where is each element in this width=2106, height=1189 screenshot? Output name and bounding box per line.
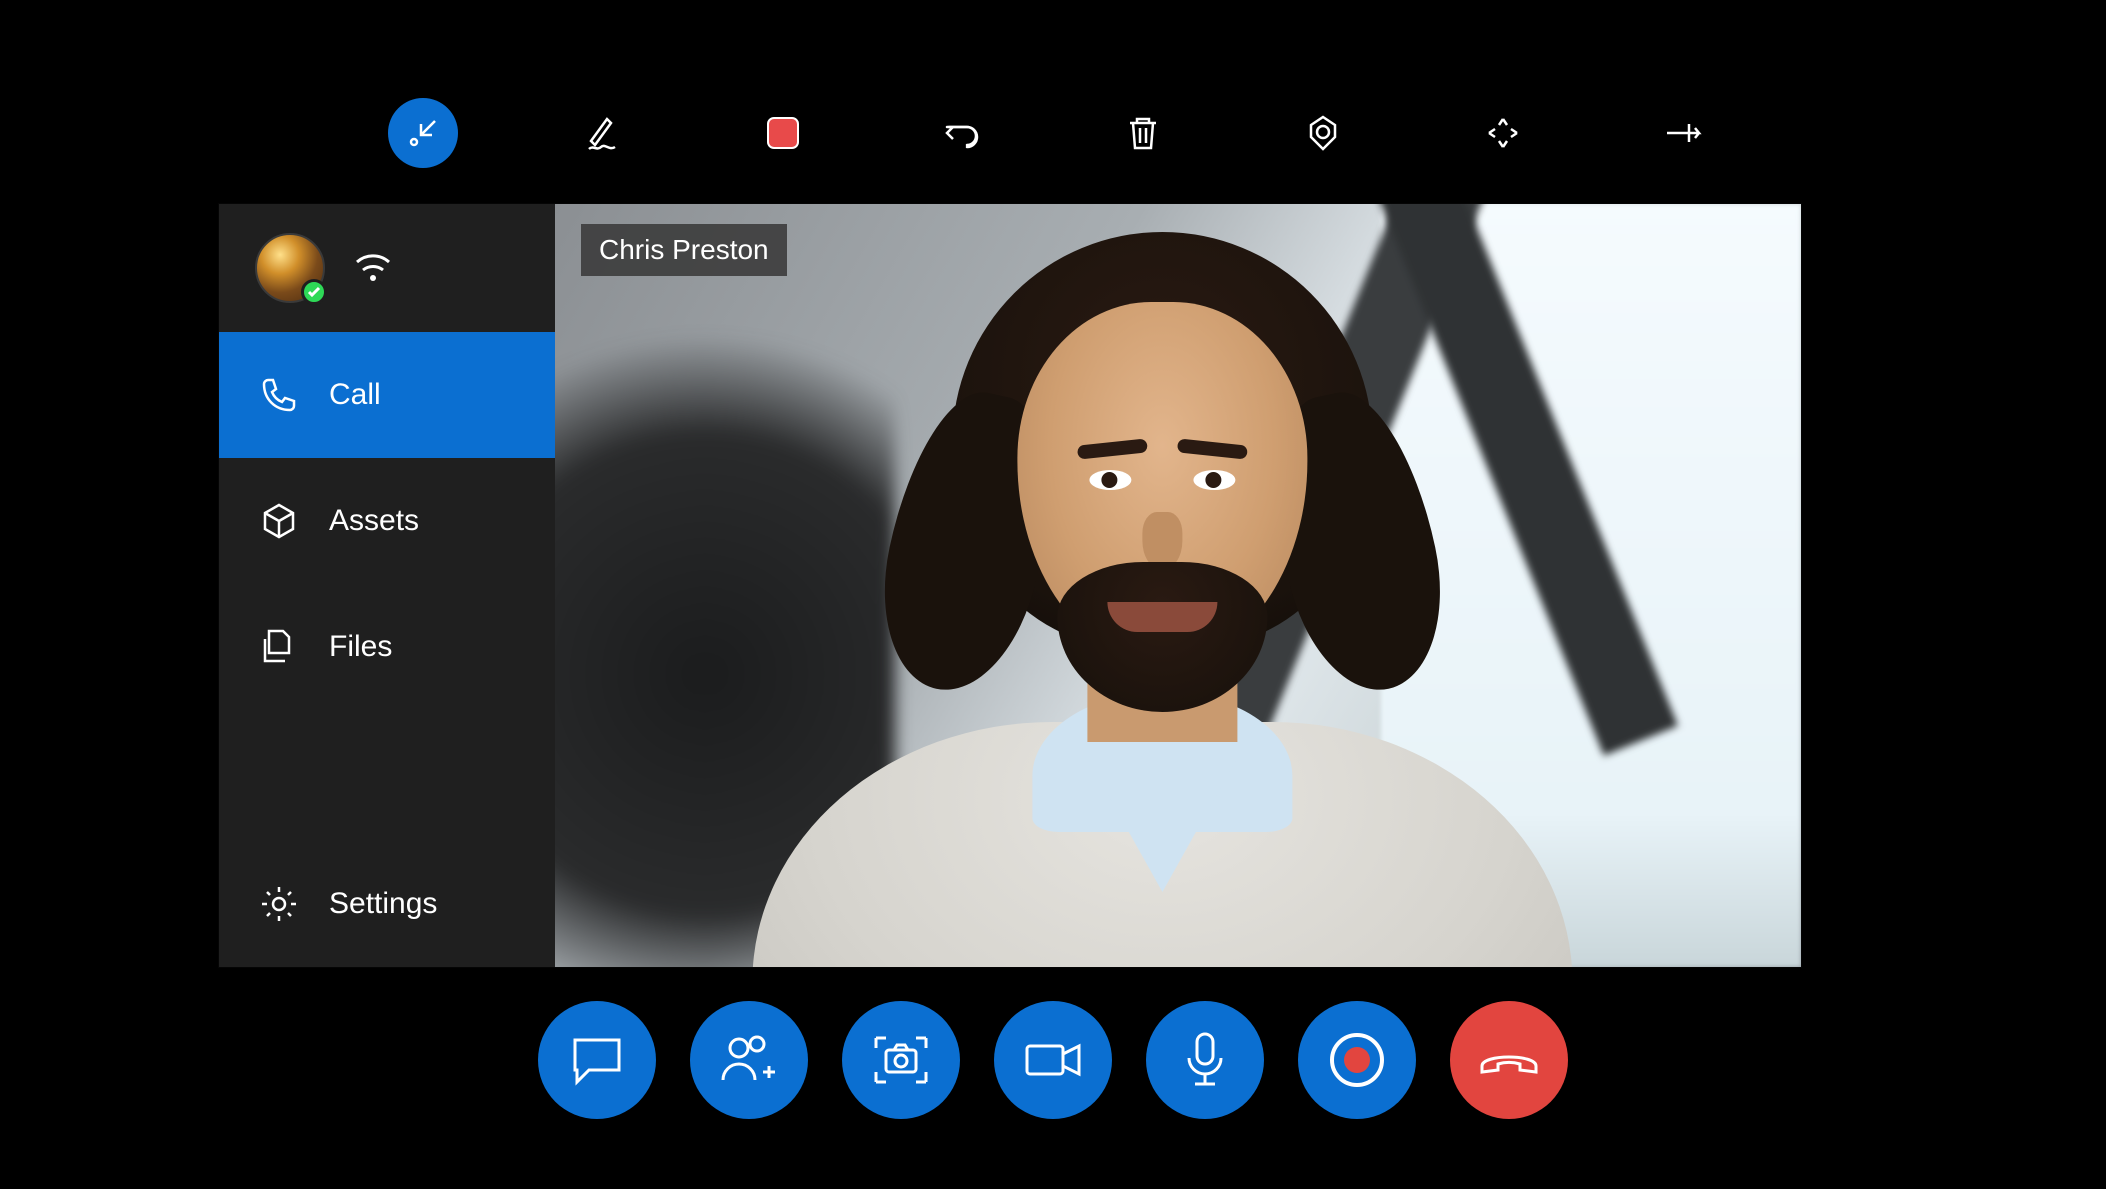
delete-button[interactable] — [1108, 98, 1178, 168]
nav-label: Call — [329, 378, 381, 412]
add-person-icon — [719, 1032, 779, 1088]
gear-icon — [259, 884, 299, 924]
caller-name-tag: Chris Preston — [581, 224, 787, 276]
expand-icon — [1485, 115, 1521, 151]
stop-recording-icon — [767, 117, 799, 149]
nav-label: Settings — [329, 887, 437, 921]
ink-button[interactable] — [568, 98, 638, 168]
package-icon — [259, 501, 299, 541]
phone-icon — [259, 375, 299, 415]
undo-icon — [943, 113, 983, 153]
undo-button[interactable] — [928, 98, 998, 168]
annotation-toolbar — [0, 98, 2106, 168]
trash-icon — [1124, 114, 1162, 152]
collapse-button[interactable] — [388, 98, 458, 168]
record-icon — [1330, 1033, 1384, 1087]
app-stage: Call Assets Files — [0, 0, 2106, 1189]
collapse-icon — [405, 115, 441, 151]
remote-person — [772, 212, 1552, 967]
video-button[interactable] — [994, 1001, 1112, 1119]
pin-button[interactable] — [1648, 98, 1718, 168]
hangup-icon — [1476, 1040, 1542, 1080]
signal-icon — [353, 248, 393, 289]
add-participant-button[interactable] — [690, 1001, 808, 1119]
presence-badge — [301, 279, 327, 305]
pin-icon — [1663, 118, 1703, 148]
nav-item-call[interactable]: Call — [219, 332, 555, 458]
stop-recording-button[interactable] — [748, 98, 818, 168]
files-icon — [259, 627, 299, 667]
ink-icon — [583, 113, 623, 153]
nav: Call Assets Files — [219, 332, 555, 967]
call-window: Call Assets Files — [219, 204, 1801, 967]
mic-icon — [1182, 1030, 1228, 1090]
video-feed[interactable]: Chris Preston — [555, 204, 1801, 967]
hangup-button[interactable] — [1450, 1001, 1568, 1119]
nav-label: Assets — [329, 504, 419, 538]
call-controls — [0, 1001, 2106, 1119]
profile-area[interactable] — [219, 204, 555, 332]
target-button[interactable] — [1288, 98, 1358, 168]
avatar[interactable] — [255, 233, 325, 303]
target-icon — [1304, 114, 1342, 152]
nav-item-files[interactable]: Files — [219, 584, 555, 710]
sidebar: Call Assets Files — [219, 204, 555, 967]
nav-item-assets[interactable]: Assets — [219, 458, 555, 584]
camera-capture-icon — [870, 1032, 932, 1088]
nav-item-settings[interactable]: Settings — [219, 841, 555, 967]
expand-button[interactable] — [1468, 98, 1538, 168]
nav-label: Files — [329, 630, 392, 664]
chat-button[interactable] — [538, 1001, 656, 1119]
video-icon — [1023, 1038, 1083, 1082]
chat-icon — [569, 1034, 625, 1086]
record-button[interactable] — [1298, 1001, 1416, 1119]
mic-button[interactable] — [1146, 1001, 1264, 1119]
snapshot-button[interactable] — [842, 1001, 960, 1119]
